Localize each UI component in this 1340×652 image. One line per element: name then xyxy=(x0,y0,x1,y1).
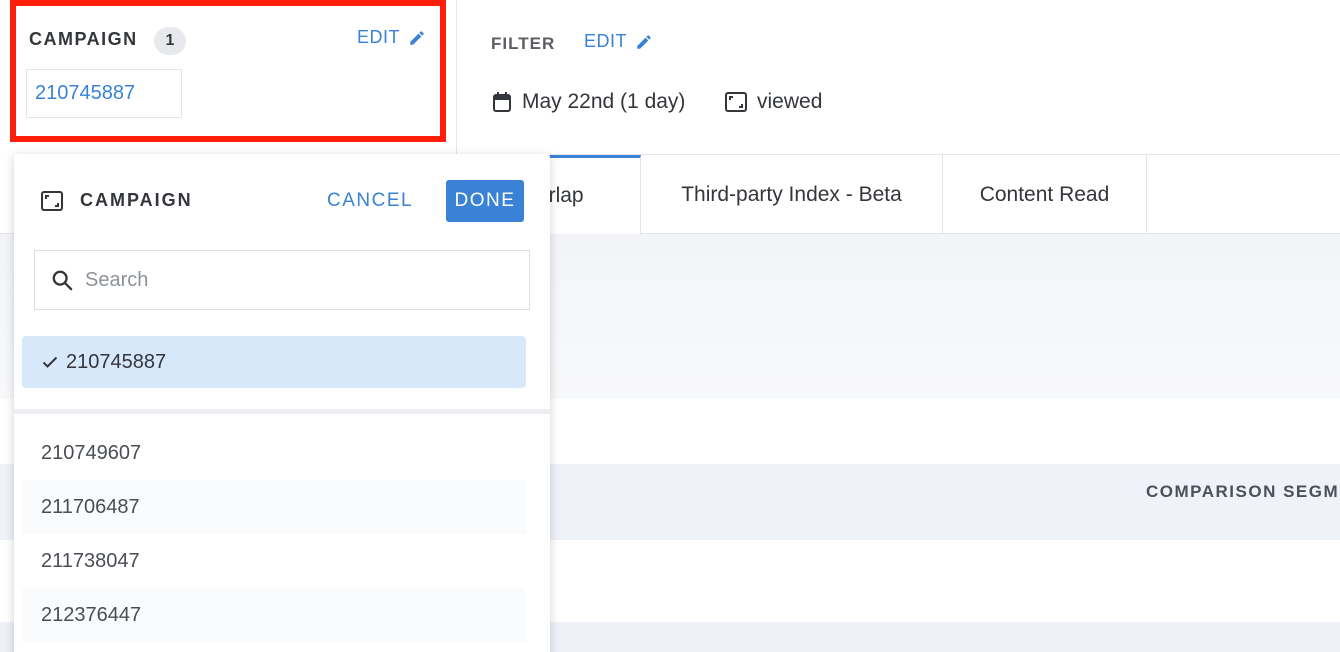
cancel-button[interactable]: CANCEL xyxy=(327,190,413,212)
selected-campaign-option[interactable]: 210745887 xyxy=(22,336,526,388)
search-input[interactable] xyxy=(85,268,505,292)
filter-edit-button[interactable]: EDIT xyxy=(584,31,653,52)
filter-edit-label: EDIT xyxy=(584,31,628,51)
filter-date[interactable]: May 22nd (1 day) xyxy=(492,90,685,114)
search-icon xyxy=(52,270,73,291)
tab-third-party-index[interactable]: Third-party Index - Beta xyxy=(641,155,943,234)
filter-title: FILTER xyxy=(491,34,556,53)
campaign-dropdown: CAMPAIGN CANCEL DONE 210745887 210749607… xyxy=(14,154,550,652)
pencil-icon xyxy=(637,34,651,49)
filter-viewed[interactable]: viewed xyxy=(725,90,822,114)
campaign-option[interactable]: 211706487 xyxy=(22,480,526,534)
dropdown-title: CAMPAIGN xyxy=(80,190,193,210)
frame-icon xyxy=(41,190,63,211)
campaign-option[interactable]: 210749607 xyxy=(22,426,526,480)
highlight-annotation-box xyxy=(10,0,446,142)
campaign-option[interactable]: 212376447 xyxy=(22,588,526,642)
search-box[interactable] xyxy=(34,250,530,310)
frame-icon xyxy=(725,92,747,112)
done-button[interactable]: DONE xyxy=(446,180,524,222)
campaign-option[interactable]: 211738047 xyxy=(22,534,526,588)
filter-date-label: May 22nd (1 day) xyxy=(522,90,686,113)
comparison-segment-header: COMPARISON SEGM xyxy=(1146,482,1340,501)
tab-content-read[interactable]: Content Read xyxy=(943,155,1147,234)
selected-option-label: 210745887 xyxy=(66,350,167,373)
calendar-icon xyxy=(493,92,511,112)
dropdown-divider xyxy=(14,409,550,414)
dropdown-header: CAMPAIGN CANCEL DONE 210745887 xyxy=(14,154,550,410)
checkmark-icon xyxy=(42,356,58,368)
filter-viewed-label: viewed xyxy=(757,90,823,113)
dropdown-title-wrap: CAMPAIGN xyxy=(40,190,193,211)
campaign-panel: CAMPAIGN 1 EDIT 210745887 xyxy=(0,0,457,155)
filter-panel: FILTER EDIT May 22nd (1 day) viewed xyxy=(457,0,1340,155)
campaign-option-list: 210749607 211706487 211738047 212376447 xyxy=(22,426,526,642)
